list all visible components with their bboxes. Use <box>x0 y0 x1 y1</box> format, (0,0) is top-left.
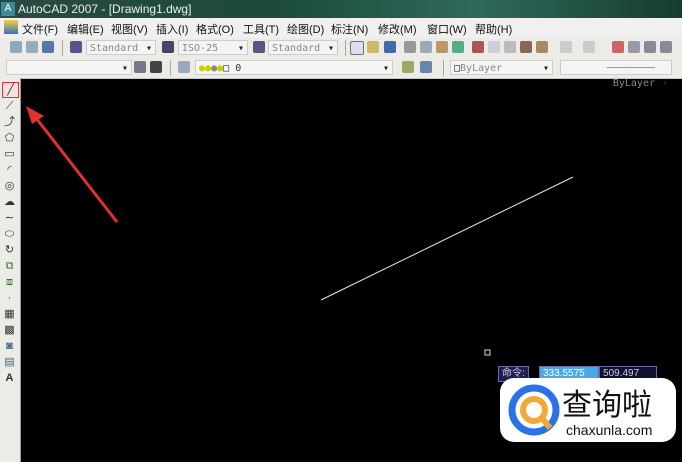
red-arrowhead <box>26 106 44 124</box>
watermark-brand: 查询啦 <box>562 388 652 423</box>
red-arrow <box>34 117 119 223</box>
watermark-url: chaxunla.com <box>566 422 653 438</box>
drawn-line <box>320 176 574 301</box>
watermark: 查询啦 chaxunla.com <box>500 378 676 442</box>
watermark-logo-icon <box>508 384 560 436</box>
cursor-pickbox <box>484 349 491 356</box>
